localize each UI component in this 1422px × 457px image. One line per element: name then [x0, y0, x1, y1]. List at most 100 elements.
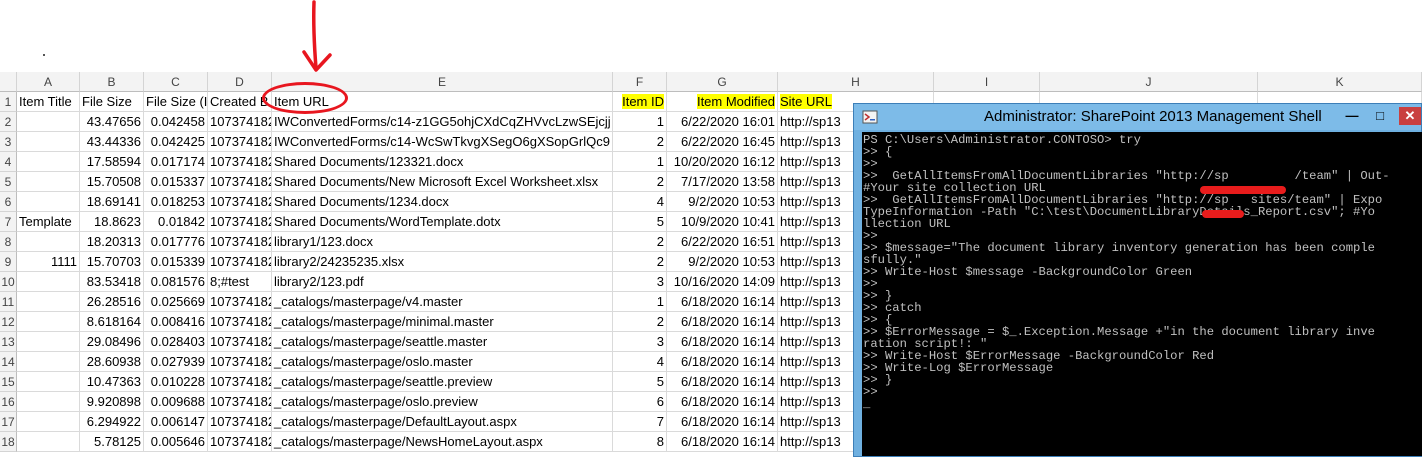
column-header-c[interactable]: C	[144, 72, 208, 92]
table-cell[interactable]	[17, 312, 80, 332]
table-cell[interactable]: 9/2/2020 10:53	[667, 252, 778, 272]
column-header-j[interactable]: J	[1040, 72, 1258, 92]
table-cell[interactable]	[17, 372, 80, 392]
table-cell[interactable]: 0.042458	[144, 112, 208, 132]
table-cell[interactable]: 0.081576	[144, 272, 208, 292]
table-cell[interactable]: 4	[613, 352, 667, 372]
table-cell[interactable]	[17, 132, 80, 152]
table-cell[interactable]: Shared Documents/New Microsoft Excel Wor…	[272, 172, 613, 192]
table-cell[interactable]	[17, 272, 80, 292]
table-cell[interactable]: 107374182	[208, 392, 272, 412]
table-cell[interactable]	[17, 192, 80, 212]
table-cell[interactable]: 83.53418	[80, 272, 144, 292]
header-cell[interactable]: Item Modified	[667, 92, 778, 112]
table-cell[interactable]: 6/18/2020 16:14	[667, 352, 778, 372]
row-header[interactable]: 14	[0, 352, 17, 372]
table-cell[interactable]: 107374182	[208, 172, 272, 192]
powershell-window[interactable]: Administrator: SharePoint 2013 Managemen…	[853, 103, 1422, 457]
table-cell[interactable]: 0.009688	[144, 392, 208, 412]
table-cell[interactable]: 5.78125	[80, 432, 144, 452]
column-header-h[interactable]: H	[778, 72, 934, 92]
table-cell[interactable]: 1	[613, 112, 667, 132]
table-cell[interactable]: 107374182	[208, 292, 272, 312]
table-cell[interactable]: 107374182	[208, 212, 272, 232]
table-cell[interactable]: 0.018253	[144, 192, 208, 212]
table-cell[interactable]: 2	[613, 132, 667, 152]
table-cell[interactable]: 6/18/2020 16:14	[667, 312, 778, 332]
table-cell[interactable]	[17, 412, 80, 432]
table-cell[interactable]: 0.015339	[144, 252, 208, 272]
table-cell[interactable]: library2/24235235.xlsx	[272, 252, 613, 272]
table-cell[interactable]: 1	[613, 292, 667, 312]
table-cell[interactable]: 107374182	[208, 412, 272, 432]
row-header[interactable]: 5	[0, 172, 17, 192]
row-header[interactable]: 17	[0, 412, 17, 432]
column-header-k[interactable]: K	[1258, 72, 1422, 92]
table-cell[interactable]: 0.01842	[144, 212, 208, 232]
table-cell[interactable]: Shared Documents/123321.docx	[272, 152, 613, 172]
table-cell[interactable]: 0.017776	[144, 232, 208, 252]
row-header[interactable]: 16	[0, 392, 17, 412]
table-cell[interactable]: 107374182	[208, 152, 272, 172]
table-cell[interactable]: 3	[613, 332, 667, 352]
table-cell[interactable]: 6/18/2020 16:14	[667, 332, 778, 352]
table-cell[interactable]: 107374182	[208, 232, 272, 252]
column-header-i[interactable]: I	[934, 72, 1040, 92]
table-cell[interactable]: 6/18/2020 16:14	[667, 412, 778, 432]
row-header[interactable]: 3	[0, 132, 17, 152]
table-cell[interactable]: 10/9/2020 10:41	[667, 212, 778, 232]
table-cell[interactable]: 29.08496	[80, 332, 144, 352]
table-cell[interactable]: Template	[17, 212, 80, 232]
row-header[interactable]: 7	[0, 212, 17, 232]
table-cell[interactable]: _catalogs/masterpage/seattle.master	[272, 332, 613, 352]
table-cell[interactable]: 6/18/2020 16:14	[667, 432, 778, 452]
column-header-g[interactable]: G	[667, 72, 778, 92]
table-cell[interactable]: 107374182	[208, 192, 272, 212]
table-cell[interactable]: 8	[613, 432, 667, 452]
table-cell[interactable]: IWConvertedForms/c14-z1GG5ohjCXdCqZHVvcL…	[272, 112, 613, 132]
table-cell[interactable]: 107374182	[208, 332, 272, 352]
table-cell[interactable]: 10/16/2020 14:09	[667, 272, 778, 292]
header-cell[interactable]: Item Title	[17, 92, 80, 112]
table-cell[interactable]: 0.008416	[144, 312, 208, 332]
table-cell[interactable]: Shared Documents/1234.docx	[272, 192, 613, 212]
table-cell[interactable]: 3	[613, 272, 667, 292]
column-header-f[interactable]: F	[613, 72, 667, 92]
minimize-button[interactable]: —	[1341, 107, 1363, 125]
table-cell[interactable]: 0.006147	[144, 412, 208, 432]
table-cell[interactable]: 107374182	[208, 132, 272, 152]
row-header[interactable]: 18	[0, 432, 17, 452]
table-cell[interactable]: 0.028403	[144, 332, 208, 352]
row-header[interactable]: 13	[0, 332, 17, 352]
table-cell[interactable]: 1111	[17, 252, 80, 272]
table-cell[interactable]: library2/123.pdf	[272, 272, 613, 292]
column-header-a[interactable]: A	[17, 72, 80, 92]
row-header[interactable]: 10	[0, 272, 17, 292]
table-cell[interactable]: 18.8623	[80, 212, 144, 232]
select-all-corner[interactable]	[0, 72, 17, 92]
table-cell[interactable]: 2	[613, 312, 667, 332]
table-cell[interactable]: 107374182	[208, 432, 272, 452]
table-cell[interactable]: 6/18/2020 16:14	[667, 292, 778, 312]
row-header[interactable]: 6	[0, 192, 17, 212]
table-cell[interactable]: 17.58594	[80, 152, 144, 172]
row-header[interactable]: 15	[0, 372, 17, 392]
table-cell[interactable]: _catalogs/masterpage/NewsHomeLayout.aspx	[272, 432, 613, 452]
row-header[interactable]: 4	[0, 152, 17, 172]
table-cell[interactable]: 2	[613, 232, 667, 252]
table-cell[interactable]: 10/20/2020 16:12	[667, 152, 778, 172]
row-header[interactable]: 11	[0, 292, 17, 312]
table-cell[interactable]: 6/22/2020 16:01	[667, 112, 778, 132]
table-cell[interactable]: 43.47656	[80, 112, 144, 132]
table-cell[interactable]: _catalogs/masterpage/minimal.master	[272, 312, 613, 332]
table-cell[interactable]: 0.017174	[144, 152, 208, 172]
table-cell[interactable]: 107374182	[208, 312, 272, 332]
row-header[interactable]: 2	[0, 112, 17, 132]
table-cell[interactable]: 4	[613, 192, 667, 212]
table-cell[interactable]: 7/17/2020 13:58	[667, 172, 778, 192]
table-cell[interactable]: 15.70508	[80, 172, 144, 192]
table-cell[interactable]: 0.010228	[144, 372, 208, 392]
table-cell[interactable]: _catalogs/masterpage/seattle.preview	[272, 372, 613, 392]
table-cell[interactable]: 15.70703	[80, 252, 144, 272]
table-cell[interactable]: 0.005646	[144, 432, 208, 452]
